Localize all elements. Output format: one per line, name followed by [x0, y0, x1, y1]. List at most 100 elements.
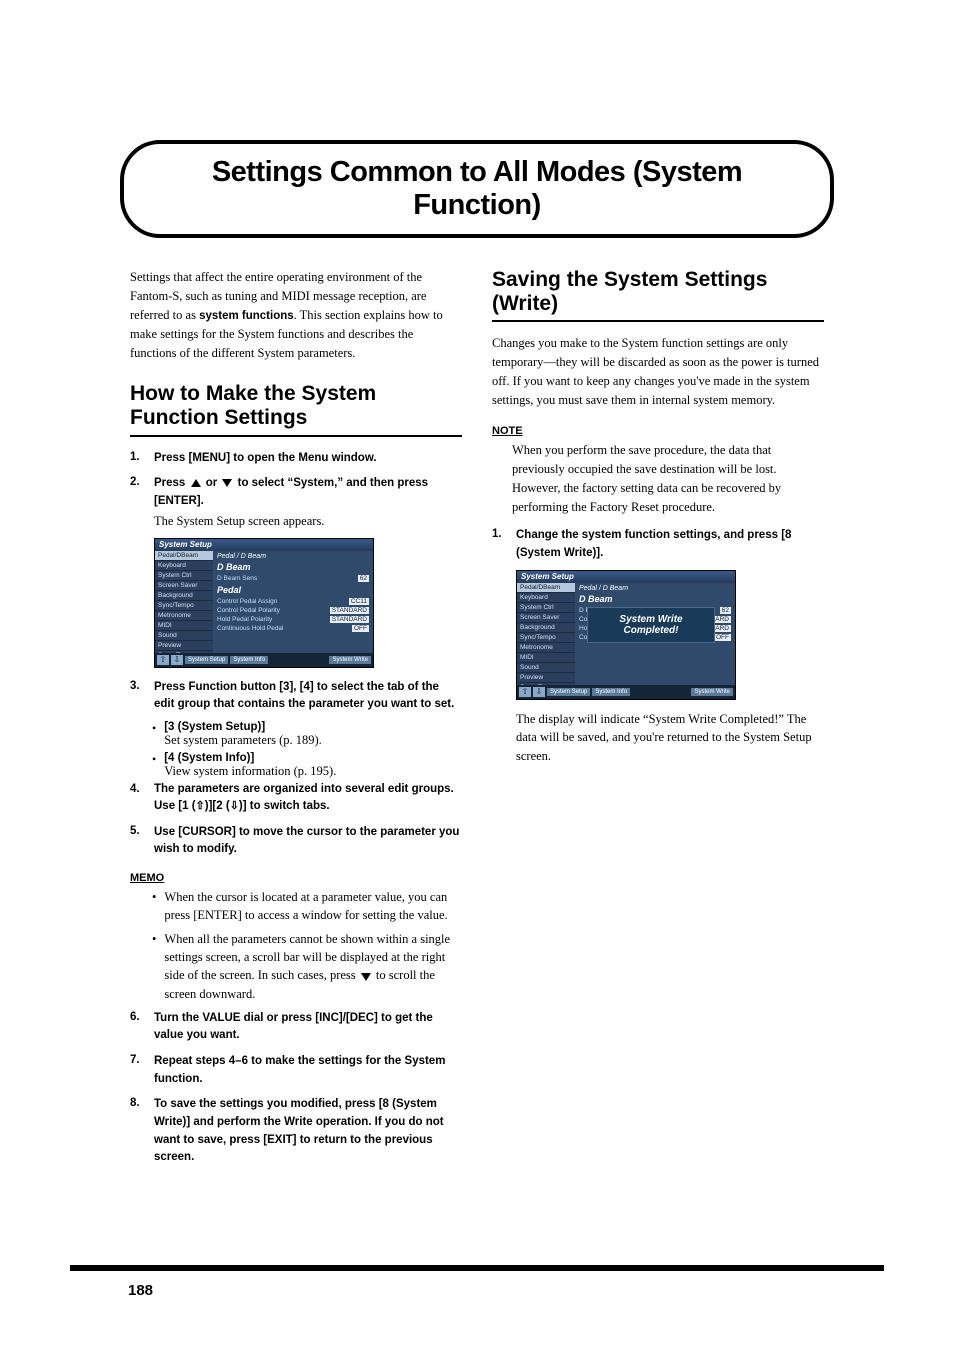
step-num: 6.	[130, 1009, 144, 1044]
shot-title: System Setup	[155, 539, 373, 551]
step-instr: Turn the VALUE dial or press [INC]/[DEC]…	[154, 1012, 433, 1042]
step-instr-line1: The parameters are organized into severa…	[154, 781, 462, 798]
step-instr: To save the settings you modified, press…	[154, 1098, 444, 1163]
step-instr: Repeat steps 4–6 to make the settings fo…	[154, 1055, 445, 1085]
shot-side-item: Background	[517, 623, 575, 633]
shot-btn: System Setup	[547, 688, 590, 696]
arrow-down-icon: ⇩	[230, 800, 239, 812]
footer-rule	[70, 1265, 884, 1271]
sub-text: Set system parameters (p. 189).	[164, 733, 462, 748]
right-heading: Saving the System Settings (Write)	[492, 268, 824, 322]
shot-header: Pedal / D Beam	[217, 553, 369, 560]
shot-row: D Beam Sens62	[217, 574, 369, 583]
arrow-up-icon: ⇧	[157, 655, 169, 665]
shot-side-item: Metronome	[517, 643, 575, 653]
step-num: 5.	[130, 823, 144, 858]
step-instr: Press Function button [3], [4] to select…	[154, 681, 454, 711]
shot-header: Pedal / D Beam	[579, 585, 731, 592]
memo-text: When all the parameters cannot be shown …	[164, 930, 462, 1003]
triangle-down-icon	[222, 479, 232, 487]
shot-group: Pedal	[217, 585, 369, 595]
step-8: 8. To save the settings you modified, pr…	[130, 1095, 462, 1166]
bullet-icon: •	[152, 721, 156, 748]
memo-bullet: • When all the parameters cannot be show…	[152, 930, 462, 1003]
system-setup-screenshot: System Setup Pedal/DBeam Keyboard System…	[154, 538, 374, 668]
step-num: 2.	[130, 474, 144, 529]
shot-side-item: MIDI	[517, 653, 575, 663]
sub-text: View system information (p. 195).	[164, 764, 462, 779]
step-1: 1. Press [MENU] to open the Menu window.	[130, 449, 462, 467]
overlay-line1: System Write	[592, 614, 710, 625]
shot-side-item: Keyboard	[517, 593, 575, 603]
step-instr: Change the system function settings, and…	[516, 529, 791, 559]
shot-overlay: System Write Completed!	[587, 607, 715, 643]
shot-side-item: System Ctrl	[155, 571, 213, 581]
step-desc: The System Setup screen appears.	[154, 512, 462, 530]
note-label: NOTE	[492, 425, 523, 437]
arrow-down-icon: ⇩	[171, 655, 183, 665]
right-step-1: 1. Change the system function settings, …	[492, 526, 824, 561]
shot-btn: System Write	[691, 688, 733, 696]
shot-side-item: Screen Saver	[517, 613, 575, 623]
shot-title: System Setup	[517, 571, 735, 583]
shot-sidebar: Pedal/DBeam Keyboard System Ctrl Screen …	[155, 551, 213, 653]
left-column: Settings that affect the entire operatin…	[130, 268, 462, 1174]
shot-bottom: ⇧ ⇩ System Setup System Info System Writ…	[517, 685, 735, 699]
intro-paragraph: Settings that affect the entire operatin…	[130, 268, 462, 362]
system-write-screenshot: System Setup Pedal/DBeam Keyboard System…	[516, 570, 736, 700]
shot-side-item: Keyboard	[155, 561, 213, 571]
step-num: 1.	[492, 526, 506, 561]
shot-side-item: Pedal/DBeam	[517, 583, 575, 593]
right-column: Saving the System Settings (Write) Chang…	[492, 268, 824, 1174]
step-instr: Press [MENU] to open the Menu window.	[154, 452, 377, 464]
sub-3a: • [3 (System Setup)] Set system paramete…	[152, 721, 462, 748]
step-3: 3. Press Function button [3], [4] to sel…	[130, 678, 462, 713]
shot-side-item: Sound	[517, 663, 575, 673]
bullet-icon: •	[152, 888, 156, 924]
sub-3b: • [4 (System Info)] View system informat…	[152, 752, 462, 779]
step-num: 1.	[130, 449, 144, 467]
shot-side-item: MIDI	[155, 621, 213, 631]
shot-btn: System Write	[329, 656, 371, 664]
step-instr: Use [CURSOR] to move the cursor to the p…	[154, 826, 459, 856]
bullet-icon: •	[152, 752, 156, 779]
shot-btn: System Info	[230, 656, 268, 664]
step-4: 4. The parameters are organized into sev…	[130, 781, 462, 815]
step-num: 8.	[130, 1095, 144, 1166]
right-intro: Changes you make to the System function …	[492, 334, 824, 409]
memo-bullets: • When the cursor is located at a parame…	[152, 888, 462, 1003]
shot-side-item: Pedal/DBeam	[155, 551, 213, 561]
step-num: 3.	[130, 678, 144, 713]
shot-btn: System Info	[592, 688, 630, 696]
sub-label: [4 (System Info)]	[164, 752, 462, 764]
shot-side-item: Sync/Tempo	[155, 601, 213, 611]
shot-sidebar: Pedal/DBeam Keyboard System Ctrl Screen …	[517, 583, 575, 685]
shot-side-item: Preview	[155, 641, 213, 651]
page-title-wrap: Settings Common to All Modes (System Fun…	[120, 140, 834, 238]
step-instr: Press or to select “System,” and then pr…	[154, 477, 428, 507]
shot-row: Control Pedal AssignCC11	[217, 597, 369, 606]
step-num: 7.	[130, 1052, 144, 1087]
shot-group: D Beam	[217, 562, 369, 572]
bullet-icon: •	[152, 930, 156, 1003]
step-7: 7. Repeat steps 4–6 to make the settings…	[130, 1052, 462, 1087]
triangle-up-icon	[191, 479, 201, 487]
overlay-line2: Completed!	[592, 625, 710, 636]
intro-bold: system functions	[199, 310, 294, 322]
shot-row: Hold Pedal PolaritySTANDARD	[217, 615, 369, 624]
arrow-up-icon: ⇧	[196, 800, 205, 812]
shot-side-item: System Ctrl	[517, 603, 575, 613]
triangle-down-icon	[361, 973, 371, 981]
page-number: 188	[128, 1282, 153, 1299]
post-screenshot-text: The display will indicate “System Write …	[516, 710, 824, 766]
shot-side-item: Sound	[155, 631, 213, 641]
arrow-down-icon: ⇩	[533, 687, 545, 697]
shot-group: D Beam	[579, 594, 731, 604]
shot-side-item: Background	[155, 591, 213, 601]
shot-main: Pedal / D Beam D Beam D Beam Sens62 Peda…	[213, 551, 373, 653]
step-5: 5. Use [CURSOR] to move the cursor to th…	[130, 823, 462, 858]
shot-row: Control Pedal PolaritySTANDARD	[217, 606, 369, 615]
step-2: 2. Press or to select “System,” and then…	[130, 474, 462, 529]
shot-side-item: Screen Saver	[155, 581, 213, 591]
step-num: 4.	[130, 781, 144, 815]
